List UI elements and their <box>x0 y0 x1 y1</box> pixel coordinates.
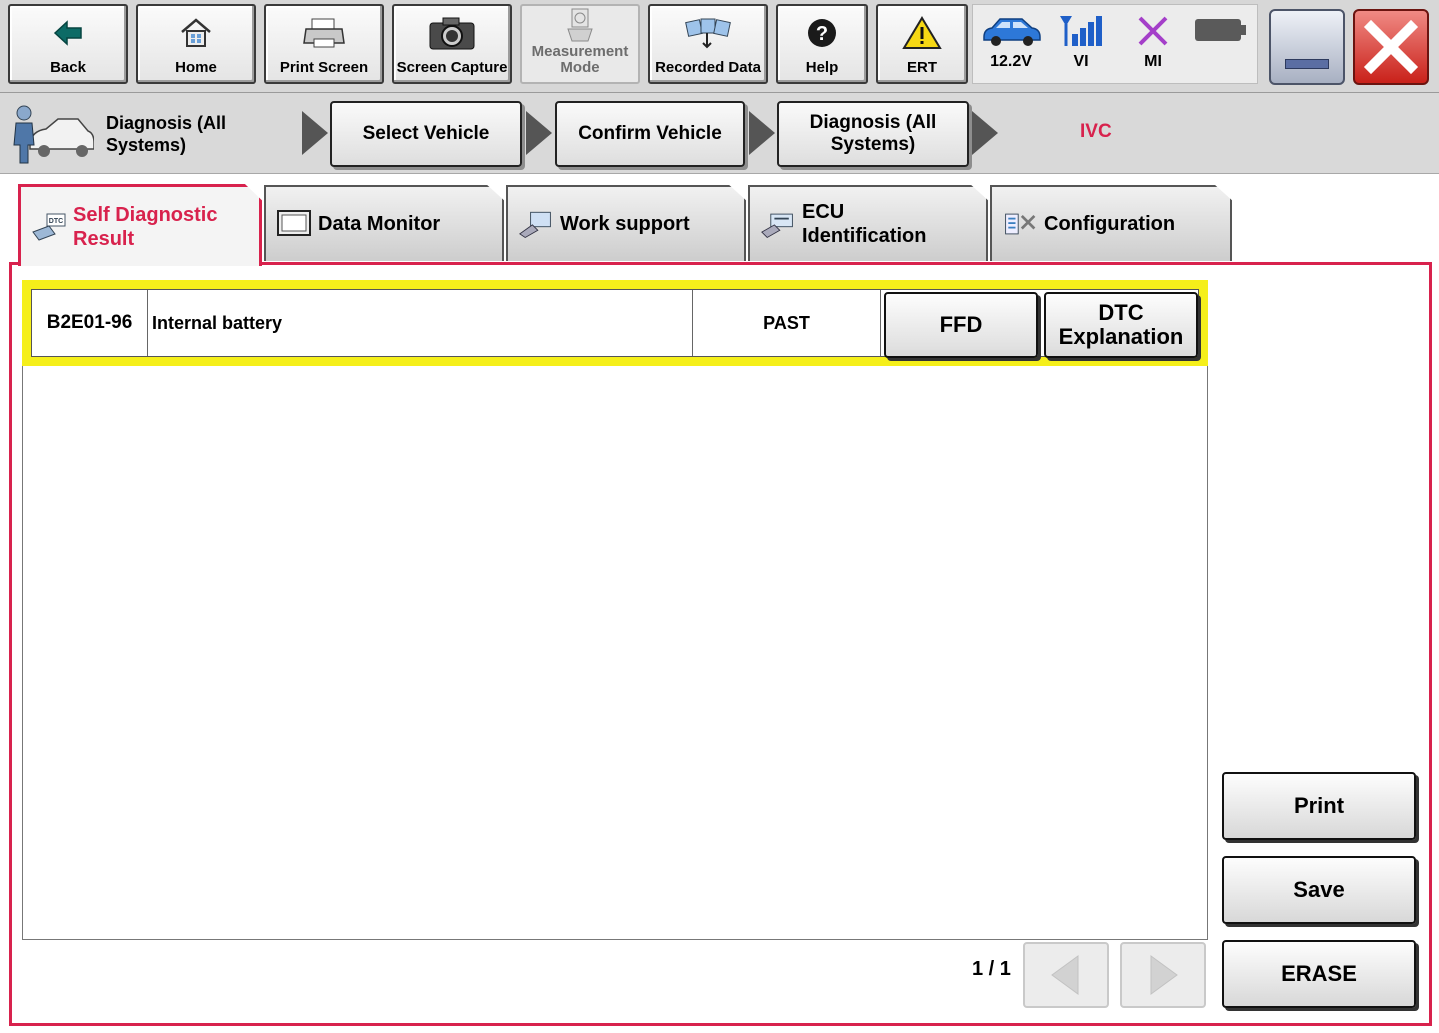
chevron-left-icon <box>1051 955 1079 995</box>
table-row[interactable]: B2E01-96 Internal battery PAST FFD DTC E… <box>22 280 1208 366</box>
ert-button[interactable]: ERT <box>876 4 968 84</box>
warning-icon <box>878 6 966 60</box>
minimize-icon <box>1285 59 1329 69</box>
printer-icon <box>266 6 382 60</box>
ffd-button[interactable]: FFD <box>884 292 1038 358</box>
vi-indicator: VI <box>1051 9 1111 81</box>
help-button[interactable]: ? Help <box>776 4 868 84</box>
technician-car-icon <box>10 101 95 167</box>
mi-indicator: MI <box>1123 9 1183 81</box>
minimize-button[interactable] <box>1269 9 1345 85</box>
battery-status-indicator <box>1191 9 1251 81</box>
car-icon <box>980 9 1042 53</box>
print-button[interactable]: Print <box>1222 772 1416 840</box>
battery-voltage-indicator: 12.2V <box>979 9 1043 81</box>
close-icon <box>1363 19 1419 75</box>
dtc-list[interactable] <box>22 280 1208 940</box>
save-button[interactable]: Save <box>1222 856 1416 924</box>
dtc-status: PAST <box>693 290 881 356</box>
svg-text:?: ? <box>816 23 828 45</box>
ecu-icon <box>760 209 796 239</box>
camera-icon <box>394 6 510 60</box>
confirm-vehicle-button[interactable]: Confirm Vehicle <box>555 101 745 167</box>
help-icon: ? <box>778 6 866 60</box>
recorded-data-button[interactable]: Recorded Data <box>648 4 768 84</box>
chevron-right-icon <box>1150 955 1178 995</box>
svg-text:DTC: DTC <box>49 218 63 225</box>
back-button[interactable]: Back <box>8 4 128 84</box>
home-icon <box>138 6 254 60</box>
tab-ecu-identification[interactable]: ECU Identification <box>748 185 988 261</box>
status-group: 12.2V VI MI <box>972 4 1258 84</box>
next-page-button[interactable] <box>1120 942 1206 1008</box>
erase-button[interactable]: ERASE <box>1222 940 1416 1008</box>
dtc-description: Internal battery <box>148 290 693 356</box>
breadcrumb-arrow-icon <box>526 111 552 155</box>
monitor-icon <box>276 209 312 239</box>
disconnected-x-icon <box>1136 9 1170 53</box>
toolbar: Back Home Print Screen Screen Capture Me… <box>0 0 1439 93</box>
system-name-label: IVC <box>1080 121 1112 142</box>
breadcrumb-arrow-icon <box>749 111 775 155</box>
tab-data-monitor[interactable]: Data Monitor <box>264 185 504 261</box>
tab-configuration[interactable]: Configuration <box>990 185 1232 261</box>
page-indicator: 1 / 1 <box>972 958 1011 980</box>
work-support-icon <box>518 209 554 239</box>
dtc-explanation-button[interactable]: DTC Explanation <box>1044 292 1198 358</box>
recorded-data-icon <box>650 6 766 60</box>
back-arrow-icon <box>10 6 126 60</box>
measurement-mode-button[interactable]: Measurement Mode <box>520 4 640 84</box>
tab-work-support[interactable]: Work support <box>506 185 746 261</box>
close-button[interactable] <box>1353 9 1429 85</box>
battery-icon <box>1193 9 1249 53</box>
breadcrumb-arrow-icon <box>972 111 998 155</box>
tab-self-diagnostic-result[interactable]: DTC Self Diagnostic Result <box>18 184 262 266</box>
dtc-icon: DTC <box>31 212 67 242</box>
previous-page-button[interactable] <box>1023 942 1109 1008</box>
breadcrumb-arrow-icon <box>302 111 328 155</box>
home-button[interactable]: Home <box>136 4 256 84</box>
breadcrumb: Diagnosis (All Systems) Select Vehicle C… <box>0 93 1439 174</box>
signal-icon <box>1056 9 1106 53</box>
dtc-code: B2E01-96 <box>32 290 148 356</box>
current-screen-label: Diagnosis (All Systems) <box>106 113 227 155</box>
print-screen-button[interactable]: Print Screen <box>264 4 384 84</box>
screen-capture-button[interactable]: Screen Capture <box>392 4 512 84</box>
diagnosis-all-systems-button[interactable]: Diagnosis (All Systems) <box>777 101 969 167</box>
measurement-icon <box>522 6 638 44</box>
select-vehicle-button[interactable]: Select Vehicle <box>330 101 522 167</box>
configuration-icon <box>1002 209 1038 239</box>
